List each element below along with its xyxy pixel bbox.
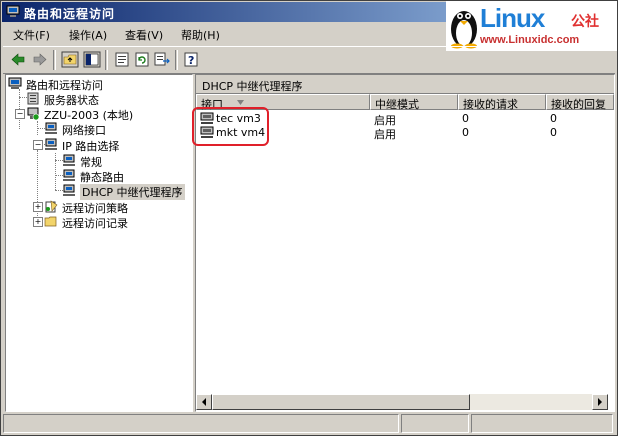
tree-label: IP 路由选择 bbox=[62, 140, 120, 153]
row-replies: 0 bbox=[550, 126, 557, 139]
sort-descending-icon bbox=[237, 100, 244, 105]
scroll-left-icon bbox=[202, 398, 206, 406]
toolbar: ? bbox=[3, 46, 615, 74]
tree-collapse-toggle[interactable]: − bbox=[15, 109, 25, 119]
status-segment bbox=[3, 414, 399, 433]
menu-help[interactable]: 帮助(H) bbox=[181, 27, 220, 43]
logo-brand-cn: 公社 bbox=[571, 14, 599, 30]
logo-url: www.Linuxidc.com bbox=[480, 34, 580, 46]
server-status-icon bbox=[27, 92, 39, 105]
row-requests: 0 bbox=[462, 126, 469, 139]
row-requests: 0 bbox=[462, 112, 469, 125]
logo-brand: Linux bbox=[480, 3, 545, 33]
help-icon[interactable]: ? bbox=[183, 51, 201, 68]
tree-expand-toggle[interactable]: + bbox=[33, 217, 43, 227]
tree-collapse-toggle[interactable]: − bbox=[33, 140, 43, 150]
menu-bar: 文件(F) 操作(A) 查看(V) 帮助(H) bbox=[3, 24, 443, 44]
menu-file[interactable]: 文件(F) bbox=[13, 27, 50, 43]
export-list-icon[interactable] bbox=[153, 51, 171, 68]
up-folder-icon[interactable] bbox=[61, 51, 79, 68]
status-segment bbox=[471, 414, 613, 433]
toolbar-separator bbox=[175, 50, 178, 70]
row-relay-mode: 启用 bbox=[374, 128, 396, 141]
linuxidc-logo: Linux 公社 www.Linuxidc.com bbox=[446, 1, 617, 51]
menu-view[interactable]: 查看(V) bbox=[125, 27, 163, 43]
status-bar bbox=[3, 414, 615, 433]
general-icon bbox=[63, 154, 75, 166]
dhcp-relay-icon bbox=[63, 184, 75, 196]
pane-header: DHCP 中继代理程序 bbox=[196, 75, 614, 94]
tree-label-selected: DHCP 中继代理程序 bbox=[80, 184, 185, 200]
static-routes-icon bbox=[63, 169, 75, 181]
back-arrow-icon[interactable] bbox=[9, 51, 27, 68]
tree-label: ZZU-2003 (本地) bbox=[44, 109, 134, 122]
status-segment bbox=[401, 414, 469, 433]
show-hide-tree-icon[interactable] bbox=[83, 51, 101, 68]
toolbar-separator bbox=[105, 50, 108, 70]
tree-label: 路由和远程访问 bbox=[26, 79, 103, 92]
scroll-right-icon bbox=[598, 398, 602, 406]
column-header-relay-mode[interactable]: 中继模式 bbox=[370, 94, 458, 111]
pane-title: DHCP 中继代理程序 bbox=[202, 80, 303, 93]
toolbar-separator bbox=[53, 50, 56, 70]
svg-text:?: ? bbox=[188, 54, 194, 67]
forward-arrow-icon[interactable] bbox=[31, 51, 49, 68]
menu-action[interactable]: 操作(A) bbox=[69, 27, 107, 43]
window-title: 路由和远程访问 bbox=[24, 7, 116, 21]
column-header-requests[interactable]: 接收的请求 bbox=[458, 94, 546, 111]
routing-computer-icon bbox=[8, 77, 22, 89]
ip-routing-icon bbox=[45, 138, 57, 150]
tree-label: 服务器状态 bbox=[44, 94, 99, 107]
main-window: 路由和远程访问 Linux 公社 www.Linuxidc.com 文件(F) … bbox=[0, 0, 618, 436]
tree-expand-toggle[interactable]: + bbox=[33, 202, 43, 212]
tree-label: 网络接口 bbox=[62, 124, 106, 137]
routing-app-icon bbox=[6, 5, 20, 17]
scroll-thumb[interactable] bbox=[212, 394, 470, 410]
tree-label: 常规 bbox=[80, 156, 102, 169]
tree-label: 远程访问记录 bbox=[62, 217, 128, 230]
server-running-icon bbox=[27, 107, 40, 120]
tree-line bbox=[55, 153, 56, 190]
column-header-replies[interactable]: 接收的回复 bbox=[546, 94, 614, 111]
properties-icon[interactable] bbox=[113, 51, 131, 68]
penguin-icon bbox=[451, 11, 477, 49]
folder-icon bbox=[44, 216, 57, 227]
highlight-annotation bbox=[192, 107, 269, 146]
horizontal-scrollbar[interactable] bbox=[196, 394, 608, 410]
network-interface-icon bbox=[45, 122, 57, 134]
row-replies: 0 bbox=[550, 112, 557, 125]
refresh-icon[interactable] bbox=[133, 51, 151, 68]
policy-icon bbox=[45, 200, 58, 213]
scroll-left-button[interactable] bbox=[196, 394, 212, 410]
console-tree: 路由和远程访问 服务器状态 − ZZU-2003 (本地) 网络接口 − IP … bbox=[5, 74, 193, 412]
tree-label: 静态路由 bbox=[80, 171, 124, 184]
tree-label: 远程访问策略 bbox=[62, 202, 128, 215]
scroll-right-button[interactable] bbox=[592, 394, 608, 410]
